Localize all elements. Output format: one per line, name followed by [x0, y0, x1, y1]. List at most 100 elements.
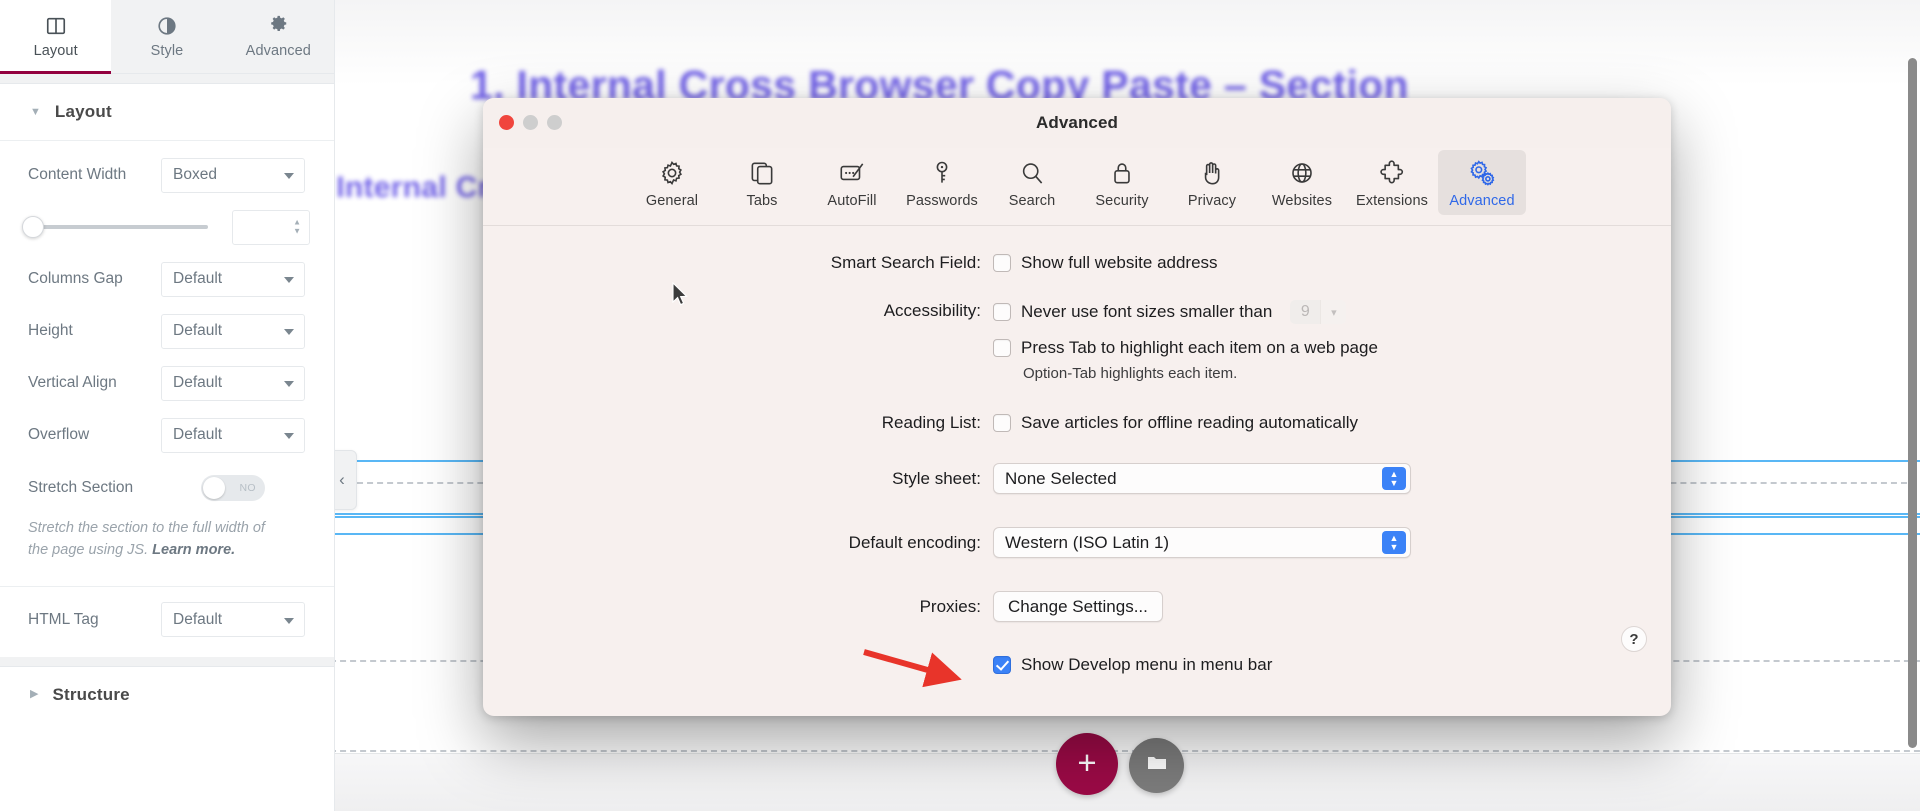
tab-layout[interactable]: Layout [0, 0, 112, 74]
toolbar-item-extensions[interactable]: Extensions [1348, 150, 1436, 215]
toolbar-label: Extensions [1356, 193, 1428, 209]
default-encoding-label: Default encoding: [848, 532, 981, 552]
tab-advanced[interactable]: Advanced [223, 0, 334, 73]
save-offline-label: Save articles for offline reading automa… [1021, 413, 1359, 432]
control-height: Height Default [28, 305, 310, 357]
section-header-layout[interactable]: ▼ Layout [0, 84, 334, 141]
press-tab-checkbox[interactable] [993, 339, 1011, 357]
show-full-address-checkbox[interactable] [993, 254, 1011, 272]
dialog-body: Smart Search Field: Show full website ad… [483, 226, 1671, 676]
add-section-button[interactable]: + [1056, 733, 1118, 795]
contrast-circle-icon [156, 15, 178, 37]
dialog-titlebar[interactable]: Advanced [483, 98, 1671, 148]
close-window-button[interactable] [499, 115, 514, 130]
control-stretch-section: Stretch Section NO [28, 461, 310, 515]
height-select[interactable]: Default [161, 313, 305, 349]
toolbar-label: Websites [1271, 193, 1333, 209]
min-font-size-stepper[interactable]: 9 ▾ [1290, 300, 1347, 324]
content-width-select[interactable]: Boxed [161, 157, 305, 193]
panel-collapse-handle[interactable]: ‹ [335, 450, 357, 510]
html-tag-label: HTML Tag [28, 610, 99, 628]
toolbar-item-search[interactable]: Search [988, 150, 1076, 215]
control-label: Columns Gap [28, 270, 123, 287]
default-encoding-select[interactable]: Western (ISO Latin 1) ▲ ▼ [993, 527, 1411, 558]
gear-icon [657, 158, 687, 188]
number-stepper-icon[interactable]: ▲ ▼ [293, 218, 301, 235]
toolbar-item-privacy[interactable]: Privacy [1168, 150, 1256, 215]
maximize-window-button[interactable] [547, 115, 562, 130]
elementor-sidebar: Layout Style Advanced ▼ Layout Content W… [0, 0, 335, 811]
press-tab-row: Press Tab to highlight each item on a we… [993, 337, 1378, 359]
tab-style[interactable]: Style [111, 0, 222, 73]
change-settings-button[interactable]: Change Settings... [993, 591, 1163, 622]
min-font-size-value: 9 [1290, 300, 1321, 324]
select-value: Default [173, 322, 223, 339]
press-tab-label: Press Tab to highlight each item on a we… [1021, 338, 1378, 357]
content-width-slider[interactable] [22, 216, 208, 238]
structure-title: Structure [52, 684, 130, 704]
control-label: Overflow [28, 426, 90, 443]
content-width-input[interactable]: ▲ ▼ [232, 209, 310, 245]
min-font-size-checkbox[interactable] [993, 303, 1011, 321]
learn-more-link[interactable]: Learn more. [152, 542, 235, 558]
smart-search-control: Show full website address [993, 252, 1218, 274]
style-sheet-value: None Selected [1005, 468, 1117, 488]
row-smart-search-field: Smart Search Field: Show full website ad… [483, 252, 1671, 274]
safari-preferences-dialog[interactable]: Advanced General Tabs AutoFill Passwords… [483, 98, 1671, 716]
toolbar-item-general[interactable]: General [628, 150, 716, 215]
html-tag-select[interactable]: Default [161, 602, 305, 638]
overflow-select[interactable]: Default [161, 417, 305, 453]
sidebar-strip-2 [0, 656, 334, 667]
minimize-window-button[interactable] [523, 115, 538, 130]
tab-style-label: Style [150, 42, 184, 59]
updown-chevron-icon: ▲ ▼ [1382, 467, 1406, 490]
control-label: Content Width [28, 166, 127, 183]
toolbar-item-tabs[interactable]: Tabs [718, 150, 806, 215]
vertical-align-select[interactable]: Default [161, 365, 305, 401]
columns-gap-select[interactable]: Default [161, 261, 305, 297]
tabs-stack-icon [747, 158, 777, 188]
chevron-left-icon: ‹ [339, 470, 345, 489]
chevron-down-icon[interactable]: ▾ [1320, 300, 1347, 324]
develop-menu-control: Show Develop menu in menu bar [993, 654, 1272, 676]
content-width-slider-row: ▲ ▼ [22, 201, 310, 253]
page-scrollbar[interactable] [1908, 58, 1917, 748]
dialog-title: Advanced [1035, 113, 1119, 132]
add-template-button[interactable] [1129, 738, 1184, 793]
lock-icon [1107, 158, 1137, 188]
toolbar-item-websites[interactable]: Websites [1258, 150, 1346, 215]
toolbar-label: Tabs [746, 193, 778, 209]
select-value: Default [173, 374, 223, 391]
chevron-down-icon [284, 173, 294, 179]
gear-icon [267, 15, 289, 37]
caret-right-icon: ▶ [30, 688, 39, 701]
toolbar-item-advanced[interactable]: Advanced [1438, 150, 1526, 215]
tab-advanced-label: Advanced [245, 42, 311, 59]
help-button[interactable]: ? [1621, 626, 1647, 652]
toolbar-item-passwords[interactable]: Passwords [898, 150, 986, 215]
control-overflow: Overflow Default [28, 409, 310, 461]
puzzle-piece-icon [1377, 158, 1407, 188]
save-offline-checkbox[interactable] [993, 414, 1011, 432]
slider-handle[interactable] [22, 216, 44, 238]
develop-menu-checkbox[interactable] [993, 656, 1011, 674]
toolbar-item-autofill[interactable]: AutoFill [808, 150, 896, 215]
sidebar-controls: Content Width Boxed ▲ ▼ Columns Gap Defa… [0, 141, 334, 653]
row-accessibility: Accessibility: Never use font sizes smal… [483, 300, 1671, 383]
section-header-structure[interactable]: ▶ Structure [0, 667, 334, 723]
chevron-down-icon [284, 329, 294, 335]
stretch-section-toggle[interactable]: NO [201, 475, 265, 501]
gears-icon [1467, 158, 1497, 188]
hand-icon [1197, 158, 1227, 188]
folder-icon [1145, 751, 1169, 780]
toolbar-label: Security [1095, 193, 1149, 209]
row-reading-list: Reading List: Save articles for offline … [483, 412, 1671, 434]
chevron-down-icon [284, 617, 294, 624]
toolbar-item-security[interactable]: Security [1078, 150, 1166, 215]
updown-chevron-icon: ▲ ▼ [1382, 531, 1406, 554]
style-sheet-label: Style sheet: [892, 468, 981, 488]
chevron-down-icon [284, 433, 294, 439]
reading-list-control: Save articles for offline reading automa… [993, 412, 1358, 434]
sidebar-tabs: Layout Style Advanced [0, 0, 334, 74]
style-sheet-select[interactable]: None Selected ▲ ▼ [993, 463, 1411, 494]
